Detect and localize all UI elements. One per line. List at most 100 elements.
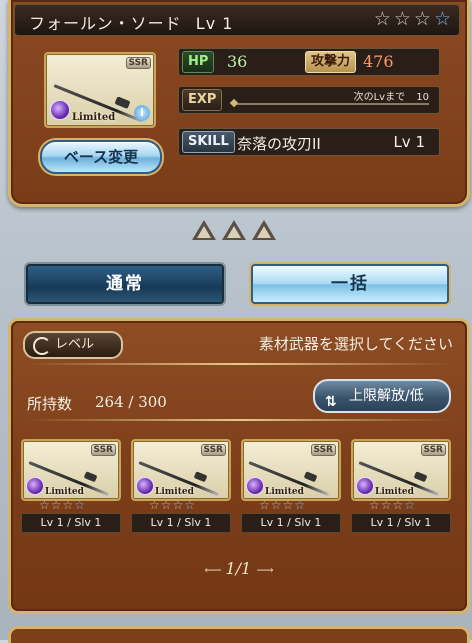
star-icon: ☆ (172, 498, 184, 512)
star-icon: ☆ (393, 8, 411, 30)
uncap-stars: ☆ ☆ ☆ ☆ (39, 499, 85, 511)
star-icon: ☆ (184, 498, 196, 512)
star-icon: ☆ (39, 498, 50, 512)
hp-tag: HP (182, 51, 215, 73)
limited-label: Limited (155, 487, 194, 497)
level-sort-button[interactable]: レベル (23, 331, 123, 359)
base-change-button[interactable]: ベース変更 (40, 140, 162, 174)
divider (25, 419, 453, 421)
sword-hilt-icon (83, 471, 98, 483)
dark-element-icon (356, 477, 374, 495)
exp-row: EXP 次のLvまで 10 (178, 86, 440, 114)
star-icon: ☆ (294, 498, 306, 512)
uncap-indicators (192, 220, 276, 240)
card-level: Lv 1 / Slv 1 (241, 513, 341, 533)
page-left-ornament: ⟵ (204, 563, 226, 577)
next-level-label: 次のLvまで (353, 92, 406, 103)
star-icon: ☆ (282, 498, 294, 512)
card-level: Lv 1 / Slv 1 (21, 513, 121, 533)
material-weapon-card[interactable]: SSR Limited ☆ ☆ ☆ ☆ Lv 1 / Slv 1 (351, 439, 451, 535)
weapon-thumbnail[interactable]: SSR Limited i (44, 52, 156, 128)
star-icon: ☆ (404, 498, 416, 512)
star-icon: ☆ (50, 498, 62, 512)
level-sort-label: レベル (55, 337, 95, 352)
uncap-stars: ☆ ☆ ☆ ☆ (369, 499, 415, 511)
weapon-thumbnail: SSR Limited (131, 439, 231, 501)
skill-name: 奈落の攻刃II (237, 135, 321, 153)
sword-hilt-icon (303, 471, 318, 483)
material-weapon-card[interactable]: SSR Limited ☆ ☆ ☆ ☆ Lv 1 / Slv 1 (131, 439, 231, 535)
next-level-text: 次のLvまで 10 (354, 88, 429, 103)
limited-label: Limited (72, 112, 116, 123)
weapon-name: フォールン・ソード (29, 14, 182, 33)
tab-normal[interactable]: 通常 (26, 264, 224, 304)
rarity-badge: SSR (90, 444, 116, 456)
limit-release-sort-button[interactable]: ⇅ 上限解放/低 (313, 379, 451, 413)
uncap-arrow-icon (192, 220, 216, 240)
rarity-badge: SSR (310, 444, 336, 456)
sword-hilt-icon (193, 471, 208, 483)
star-icon: ☆ (74, 498, 86, 512)
limited-label: Limited (265, 487, 304, 497)
sword-hilt-icon (413, 471, 428, 483)
material-weapon-card[interactable]: SSR Limited ☆ ☆ ☆ ☆ Lv 1 / Slv 1 (21, 439, 121, 535)
dark-element-icon (246, 477, 264, 495)
owned-count: 264 / 300 (95, 393, 167, 411)
exp-bar-marker (229, 98, 239, 108)
hp-value: 36 (227, 52, 248, 71)
material-weapon-card[interactable]: SSR Limited ☆ ☆ ☆ ☆ Lv 1 / Slv 1 (241, 439, 341, 535)
star-icon: ☆ (369, 498, 380, 512)
skill-row[interactable]: SKILL 奈落の攻刃II Lv 1 (178, 128, 440, 156)
star-icon: ☆ (392, 498, 404, 512)
next-panel-edge (8, 626, 470, 643)
tab-normal-label: 通常 (106, 274, 144, 294)
hp-atk-row: HP 36 攻撃力 476 (178, 48, 440, 76)
star-icon: ☆ (62, 498, 74, 512)
star-icon: ☆ (270, 498, 282, 512)
rarity-badge: SSR (200, 444, 226, 456)
tab-bulk[interactable]: 一括 (251, 264, 449, 304)
skill-level: Lv 1 (393, 133, 425, 151)
limited-label: Limited (45, 487, 84, 497)
weapon-title-bar: フォールン・ソード Lv 1 ☆ ☆ ☆ ☆ (14, 4, 460, 36)
weapon-level: Lv 1 (195, 14, 234, 33)
weapon-thumbnail: SSR Limited (351, 439, 451, 501)
atk-value: 476 (363, 52, 394, 71)
uncap-stars: ☆ ☆ ☆ ☆ (149, 499, 195, 511)
refresh-icon (33, 337, 51, 355)
page-indicator: ⟵ 1/1 ⟶ (11, 559, 467, 578)
weapon-title: フォールン・ソード Lv 1 (29, 10, 233, 34)
card-level: Lv 1 / Slv 1 (351, 513, 451, 533)
weapon-thumbnail: SSR Limited (241, 439, 341, 501)
exp-bar (233, 103, 429, 105)
page-number: 1/1 (225, 559, 252, 578)
limit-release-label: 上限解放/低 (349, 388, 424, 404)
uncap-arrow-icon (222, 220, 246, 240)
info-icon[interactable]: i (134, 105, 150, 121)
owned-label: 所持数 (27, 395, 73, 413)
tab-bulk-label: 一括 (331, 274, 369, 294)
star-icon: ☆ (149, 498, 160, 512)
dark-element-icon (26, 477, 44, 495)
uncap-arrow-icon (252, 220, 276, 240)
atk-tag: 攻撃力 (305, 51, 357, 73)
material-selection-panel: レベル 素材武器を選択してください 所持数 264 / 300 ⇅ 上限解放/低… (8, 318, 470, 614)
exp-tag: EXP (182, 89, 223, 111)
weapon-thumbnail: SSR Limited (21, 439, 121, 501)
star-icon: ☆ (433, 8, 451, 30)
limited-label: Limited (375, 487, 414, 497)
next-level-value: 10 (416, 92, 429, 103)
base-change-label: ベース変更 (63, 148, 139, 166)
divider (25, 363, 453, 365)
rarity-badge: SSR (125, 57, 151, 69)
uncap-stars: ☆ ☆ ☆ ☆ (374, 9, 451, 29)
star-icon: ☆ (160, 498, 172, 512)
sort-arrows-icon: ⇅ (325, 394, 337, 410)
material-instruction: 素材武器を選択してください (258, 335, 453, 353)
star-icon: ☆ (373, 8, 391, 30)
page-right-ornament: ⟶ (256, 563, 274, 577)
dark-element-icon (136, 477, 154, 495)
sword-hilt-icon (114, 96, 131, 109)
star-icon: ☆ (413, 8, 431, 30)
star-icon: ☆ (259, 498, 270, 512)
